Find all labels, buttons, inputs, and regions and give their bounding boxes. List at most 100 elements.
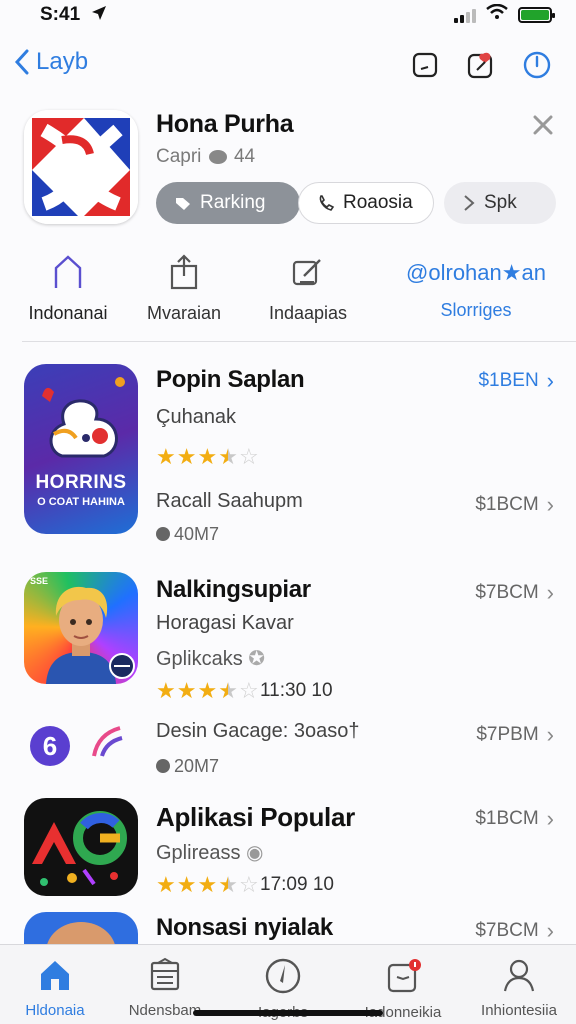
badge-icon: ◉ — [246, 842, 264, 864]
share-button[interactable] — [464, 48, 498, 82]
app-size: 40M7 — [156, 524, 219, 545]
star-rating: ★ ★ ★ ★ ☆ — [156, 678, 259, 703]
location-arrow-icon — [90, 4, 108, 27]
chevron-left-icon — [14, 49, 29, 75]
status-time: S:41 — [40, 4, 81, 25]
featured-app-subtitle: Capri 44 — [156, 146, 256, 167]
app-title: Nonsasi nyialak — [156, 914, 333, 941]
category-item-1[interactable]: Indonanai — [20, 254, 116, 324]
call-pill[interactable]: Roaosia — [298, 182, 434, 224]
app-size: 20M7 — [156, 756, 219, 777]
list-item[interactable]: HORRINS O COAT HAHINA Popin Saplan $1BEN… — [0, 364, 576, 544]
inbox-icon — [387, 959, 421, 993]
home-icon — [41, 961, 69, 990]
tab-label: Inhiontesiia — [481, 1002, 557, 1019]
icon-badge: SSE — [30, 576, 49, 586]
note-icon — [412, 52, 438, 78]
list-icon — [150, 957, 180, 991]
price-button[interactable]: $7BCM › — [475, 918, 554, 944]
app-title: Desin Gacage: 3oaso† — [156, 720, 360, 742]
pin-icon — [156, 527, 170, 541]
back-button[interactable]: Layb — [14, 48, 88, 76]
app-icon: SSE — [24, 572, 138, 684]
navigation-bar: Layb — [0, 44, 576, 90]
star-rating: ★ ★ ★ ★ ☆ — [156, 444, 259, 469]
compass-icon — [265, 958, 301, 994]
list-item[interactable]: Nonsasi nyialak $7BCM › — [0, 912, 576, 944]
category-item-3[interactable]: Indaapias — [258, 254, 358, 324]
app-subtitle: Çuhanak — [156, 406, 237, 428]
phone-icon — [319, 195, 335, 211]
category-item-2[interactable]: Mvaraian — [136, 254, 232, 324]
status-bar: S:41 — [0, 0, 576, 34]
chevron-right-icon: › — [546, 580, 554, 605]
app-line2: Racall Saahupm — [156, 490, 303, 512]
power-button[interactable] — [520, 48, 554, 82]
share-heart-icon — [467, 52, 493, 79]
app-category: Gplikcaks ✪ — [156, 648, 266, 670]
category-row: Indonanai Mvaraian Indaapias @olrohan★an… — [0, 254, 576, 342]
chevron-right-icon: › — [546, 722, 554, 747]
rating-meta: 17:09 10 — [260, 874, 334, 895]
app-title: Nalkingsupiar — [156, 576, 311, 603]
rating-meta: 11:30 10 — [260, 680, 333, 701]
price-button[interactable]: $7BCM › — [475, 580, 554, 606]
wifi-icon — [486, 3, 508, 25]
back-label: Layb — [36, 48, 89, 75]
chevron-right-icon — [464, 195, 475, 211]
chevron-right-icon: › — [546, 492, 554, 517]
star-rating: ★ ★ ★ ★ ☆ — [156, 872, 259, 897]
edit-outline-icon — [292, 259, 321, 286]
home-indicator — [193, 1010, 383, 1016]
pin-icon — [156, 759, 170, 773]
battery-icon — [518, 6, 555, 23]
more-pill[interactable]: Spk — [444, 182, 556, 224]
featured-app-icon[interactable] — [24, 110, 138, 224]
app-subtitle: Gplireass ◉ — [156, 842, 264, 864]
ranking-pill[interactable]: Rarking — [156, 182, 300, 224]
chat-bubble-icon — [208, 149, 227, 164]
featured-app-title: Hona Purha — [156, 110, 294, 138]
chevron-right-icon: › — [546, 806, 554, 831]
price-button[interactable]: $7PBM › — [476, 722, 554, 748]
category-title: @olrohan★an — [406, 260, 546, 285]
list-item[interactable]: SSE Nalkingsupiar $7BCM › Horagasi Kavar… — [0, 572, 576, 704]
price-button[interactable]: $1BEN › — [478, 368, 554, 394]
star-badge-icon: ✪ — [248, 648, 266, 670]
app-title: Popin Saplan — [156, 366, 305, 393]
app-icon — [24, 798, 138, 896]
category-label: Indaapias — [268, 303, 348, 323]
tag-icon — [176, 198, 190, 210]
app-icon — [24, 912, 138, 944]
close-icon — [533, 115, 553, 135]
close-button[interactable] — [530, 112, 556, 138]
category-item-4[interactable]: @olrohan★an Slorriges — [396, 254, 556, 321]
list-item[interactable]: Aplikasi Popular $1BCM › Gplireass ◉ ★ ★ ★… — [0, 798, 576, 908]
note-button[interactable] — [408, 48, 442, 82]
app-title: Aplikasi Popular — [156, 802, 355, 832]
featured-app-header: Hona Purha Capri 44 Rarking Roaosia Spk — [0, 108, 576, 238]
chevron-right-icon: › — [546, 368, 554, 393]
home-outline-icon — [54, 255, 82, 288]
tab-label: Hldonaia — [25, 1002, 85, 1019]
power-icon — [523, 51, 551, 79]
category-label: Mvaraian — [146, 303, 222, 323]
share-outline-icon — [170, 254, 198, 290]
app-icon: HORRINS O COAT HAHINA — [24, 364, 138, 534]
price-button[interactable]: $1BCM › — [475, 806, 554, 832]
category-label: Slorriges — [440, 300, 512, 320]
divider — [22, 341, 576, 342]
tab-profile[interactable]: Inhiontesiia — [464, 957, 574, 1019]
list-item[interactable]: 6 Desin Gacage: 3oaso† $7PBM › 20M7 — [0, 718, 576, 784]
category-label: Indonanai — [28, 303, 108, 323]
chevron-right-icon: › — [546, 918, 554, 943]
signal-icon — [454, 7, 476, 23]
price-button[interactable]: $1BCM › — [475, 492, 554, 518]
app-subtitle: Horagasi Kavar — [156, 612, 294, 634]
app-icon-small: 6 — [30, 726, 70, 766]
app-icon-caption-sub: O COAT HAHINA — [37, 496, 125, 508]
app-icon-caption: HORRINS — [35, 472, 127, 493]
person-icon — [503, 959, 535, 992]
tab-home[interactable]: Hldonaia — [0, 957, 110, 1019]
wave-icon — [92, 726, 123, 757]
